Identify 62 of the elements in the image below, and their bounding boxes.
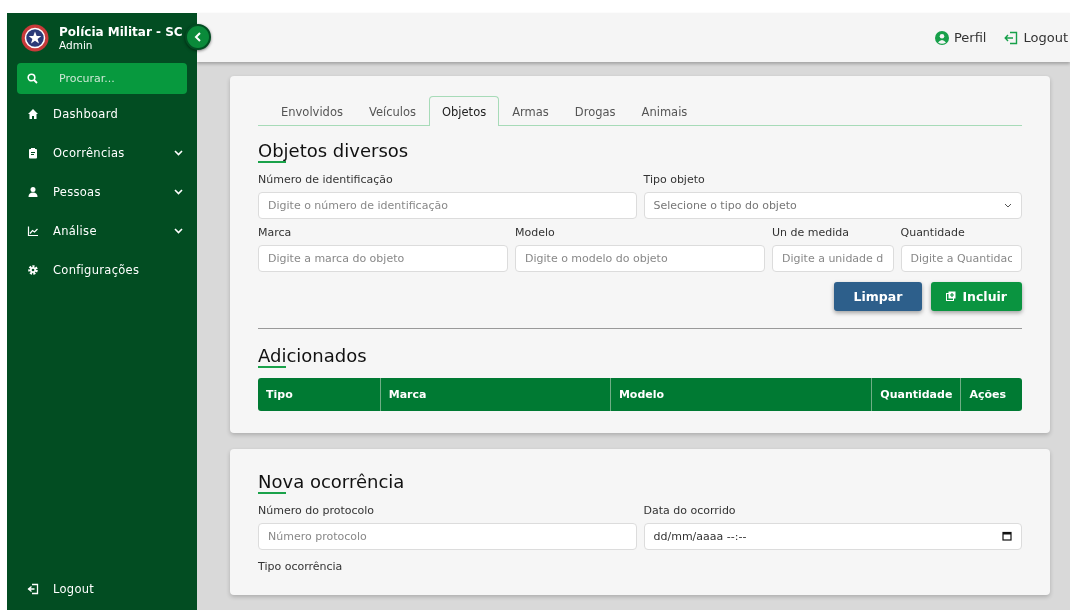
field-label: Un de medida <box>772 225 850 239</box>
column-header: Modelo <box>610 377 872 411</box>
select-field[interactable]: Selecione o tipo do objeto <box>643 191 1022 219</box>
input-field[interactable]: Digite a marca do objeto <box>258 244 508 272</box>
column-header: Tipo <box>258 377 381 411</box>
person-icon <box>27 185 39 198</box>
include-button[interactable]: Incluir <box>931 281 1022 311</box>
column-header: Ações <box>960 377 1022 411</box>
calendar-icon <box>1002 531 1012 541</box>
nav-item[interactable]: Configurações <box>53 262 183 277</box>
nav-item[interactable]: Pessoas <box>53 184 160 199</box>
search-icon <box>27 73 38 84</box>
tab[interactable]: Veículos <box>355 96 429 126</box>
logout-link[interactable]: Logout <box>53 581 183 596</box>
clear-button[interactable]: Limpar <box>833 281 923 311</box>
user-avatar-icon <box>934 30 949 45</box>
field-label: Tipo objeto <box>643 172 706 186</box>
app-title: Polícia Militar - SC <box>59 25 183 39</box>
tab[interactable]: Drogas <box>561 96 629 126</box>
column-header: Marca <box>380 377 611 411</box>
section-title: Objetos diversos <box>258 139 410 161</box>
tab[interactable]: Envolvidos <box>268 96 356 126</box>
input-field[interactable]: Número protocolo <box>258 522 637 550</box>
home-icon <box>27 107 39 120</box>
logout-icon <box>1004 30 1019 45</box>
datetime-field[interactable]: dd/mm/aaaa --:-- <box>643 522 1022 550</box>
input-field[interactable]: Digite o modelo do objeto <box>515 244 765 272</box>
field-label: Quantidade <box>900 225 966 239</box>
chart-icon <box>27 224 39 237</box>
nav-item[interactable]: Dashboard <box>53 106 183 121</box>
tab[interactable]: Armas <box>499 96 562 126</box>
clipboard-icon <box>27 146 39 159</box>
field-label: Marca <box>258 225 293 239</box>
input-field[interactable]: Digite a unidade d <box>772 244 894 272</box>
chevron-down-icon[interactable] <box>174 149 183 156</box>
chevron-left-icon <box>194 32 202 42</box>
logout-link[interactable]: Logout <box>1023 30 1068 45</box>
field-label: Número de identificação <box>258 172 394 186</box>
field-label: Número do protocolo <box>258 503 375 517</box>
field-label: Data do ocorrido <box>643 503 737 517</box>
section-title: Adicionados <box>258 344 368 366</box>
input-field[interactable]: Digite o número de identificação <box>258 191 637 219</box>
chevron-down-icon <box>1004 202 1012 208</box>
nav-item[interactable]: Ocorrências <box>53 145 160 160</box>
profile-link[interactable]: Perfil <box>953 30 987 45</box>
chevron-down-icon[interactable] <box>174 227 183 234</box>
nav-item[interactable]: Análise <box>53 223 160 238</box>
section-title: Nova ocorrência <box>258 470 406 492</box>
user-role: Admin <box>59 39 94 51</box>
collapse-sidebar-button[interactable] <box>185 24 211 50</box>
field-label: Modelo <box>515 225 556 239</box>
tab[interactable]: Animais <box>628 96 701 126</box>
tab[interactable]: Objetos <box>429 96 500 126</box>
field-label: Tipo ocorrência <box>258 559 344 573</box>
police-badge-logo <box>21 24 49 52</box>
chevron-down-icon[interactable] <box>174 188 183 195</box>
add-icon <box>946 291 957 301</box>
column-header: Quantidade <box>871 377 961 411</box>
logout-icon <box>27 582 39 595</box>
gear-icon <box>27 263 39 276</box>
search-field[interactable]: Procurar... <box>17 63 187 94</box>
input-field[interactable]: Digite a Quantidac <box>900 244 1022 272</box>
